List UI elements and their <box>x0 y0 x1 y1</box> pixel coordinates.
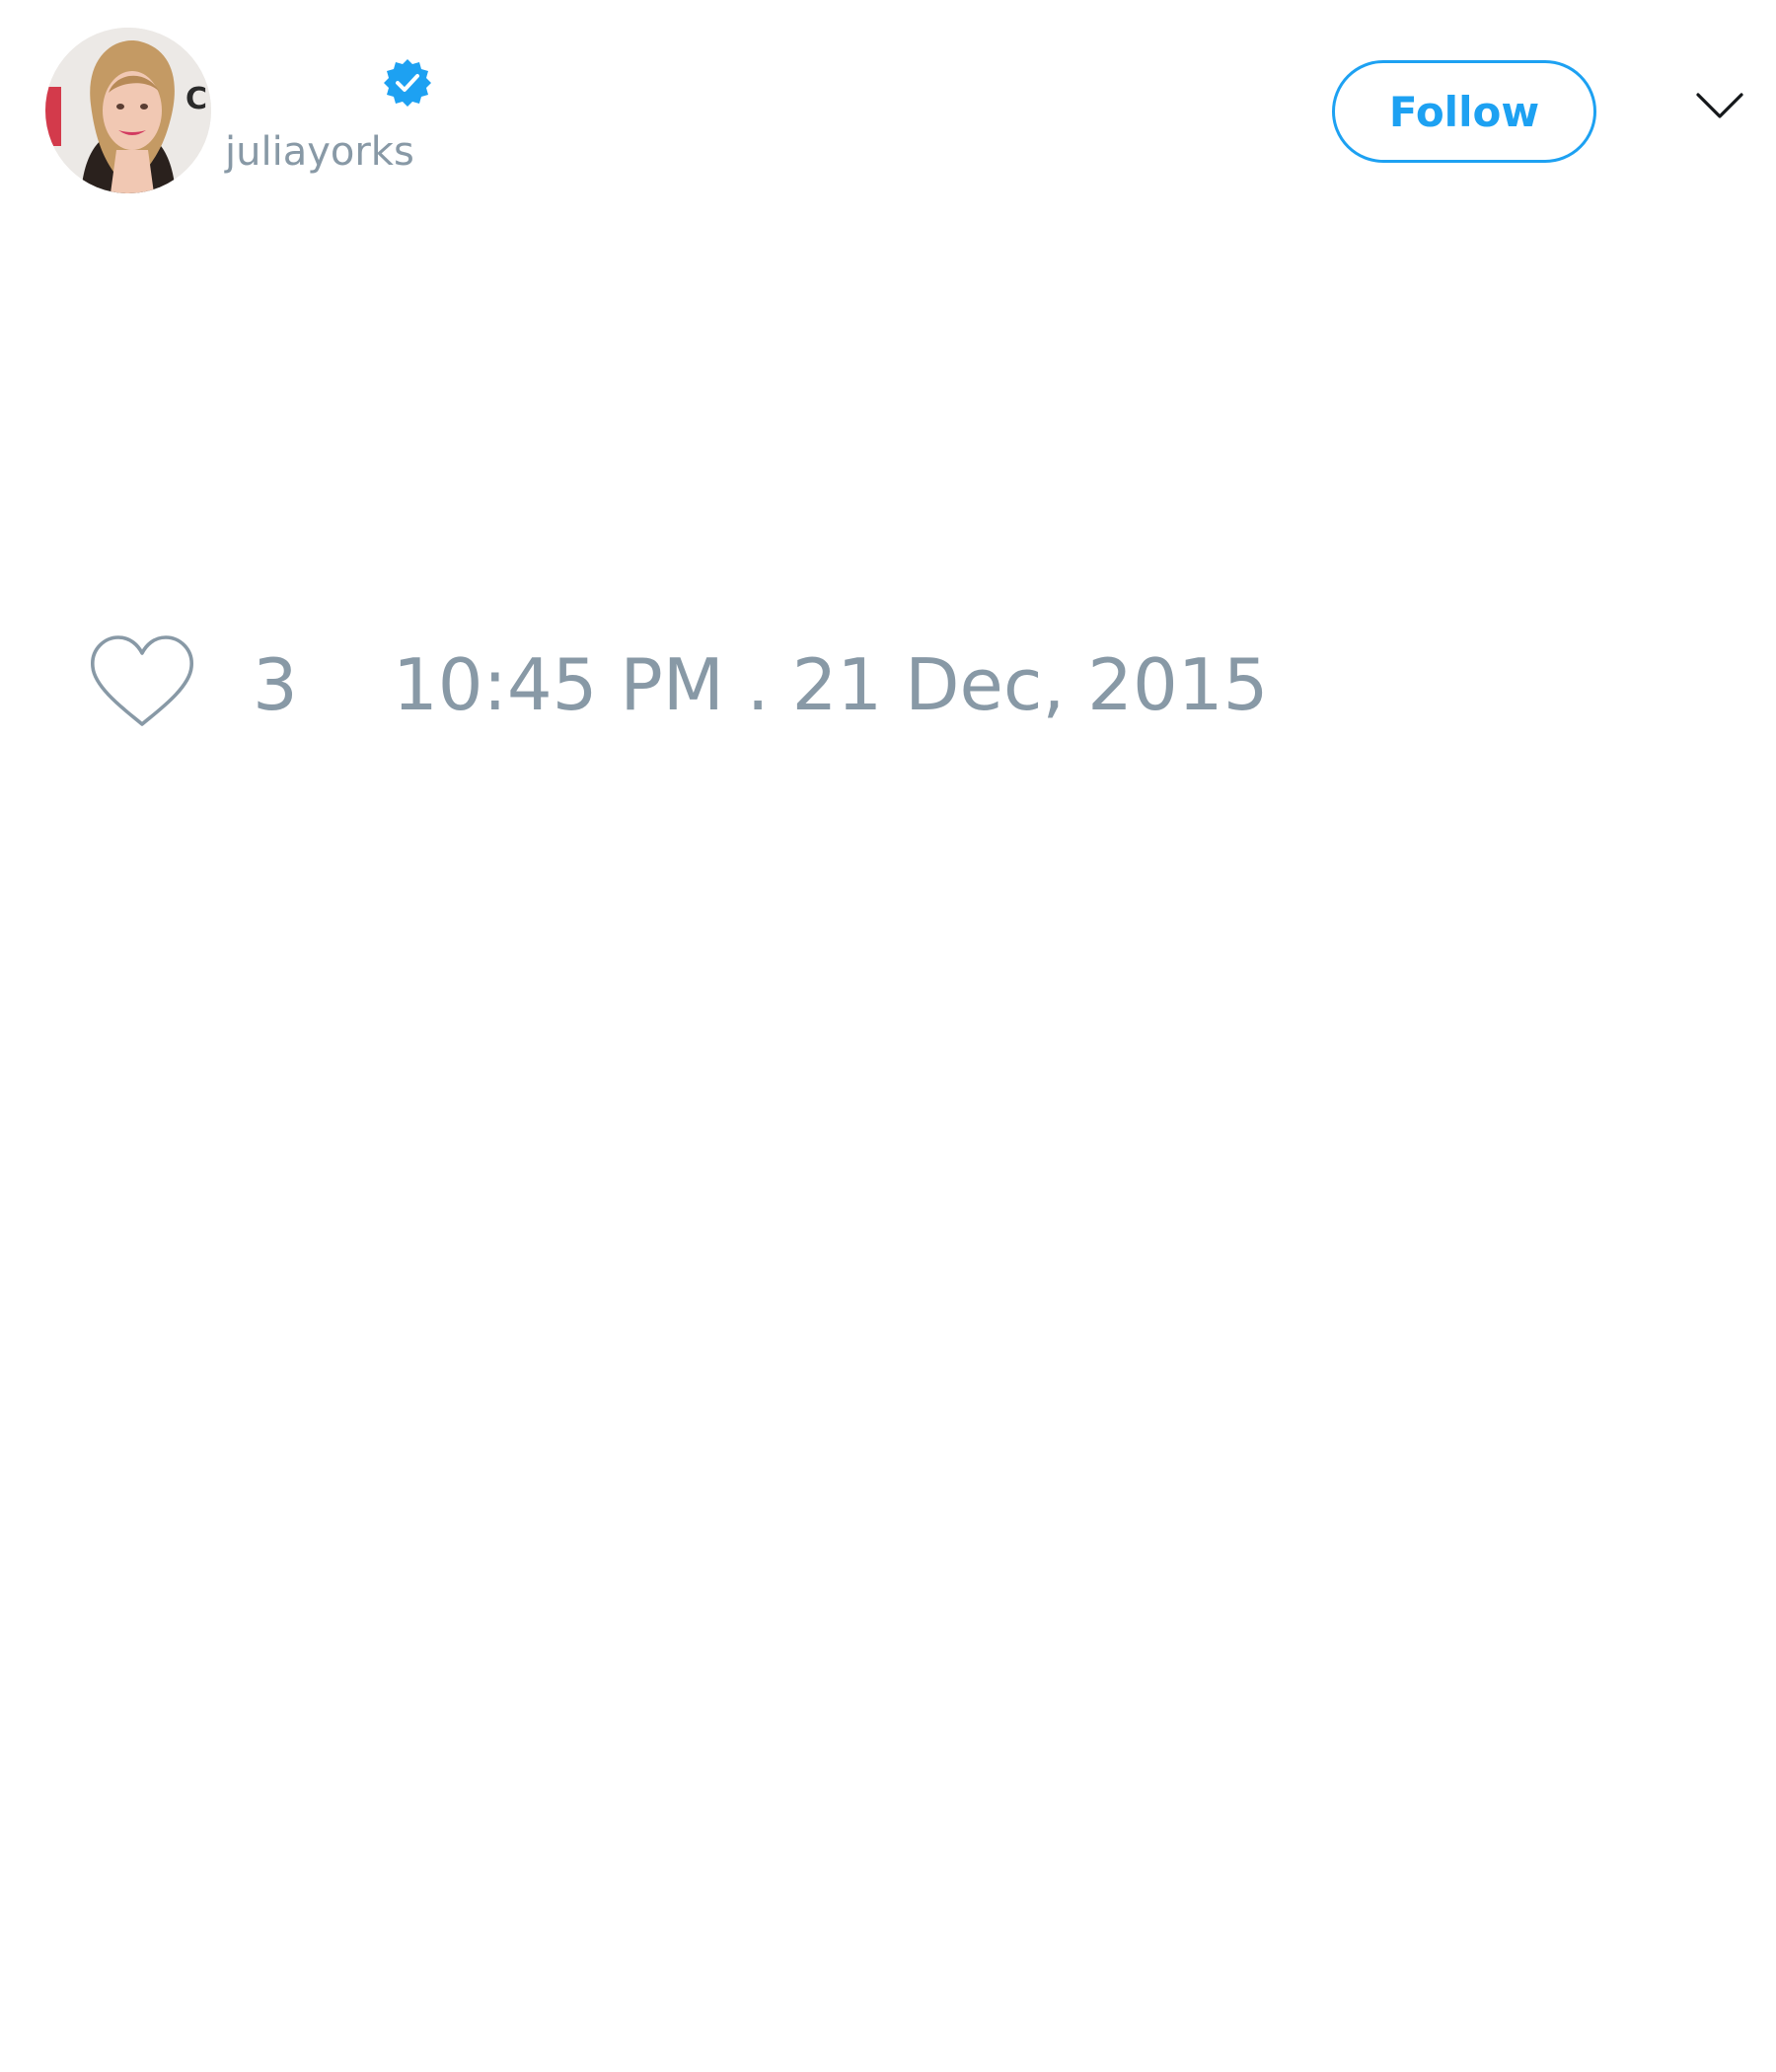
follow-button[interactable]: Follow <box>1332 60 1596 163</box>
heart-icon <box>91 635 193 726</box>
verified-badge-icon <box>383 57 432 107</box>
like-count: 3 <box>253 643 298 726</box>
avatar[interactable]: C <box>45 28 211 193</box>
like-button[interactable] <box>89 633 195 730</box>
author-handle[interactable]: juliayorks <box>225 126 414 178</box>
svg-text:C: C <box>185 82 207 116</box>
tweet-timestamp[interactable]: 10:45 PM . 21 Dec, 2015 <box>393 643 1268 726</box>
profile-photo: C <box>45 28 211 193</box>
chevron-down-icon[interactable] <box>1695 91 1744 120</box>
